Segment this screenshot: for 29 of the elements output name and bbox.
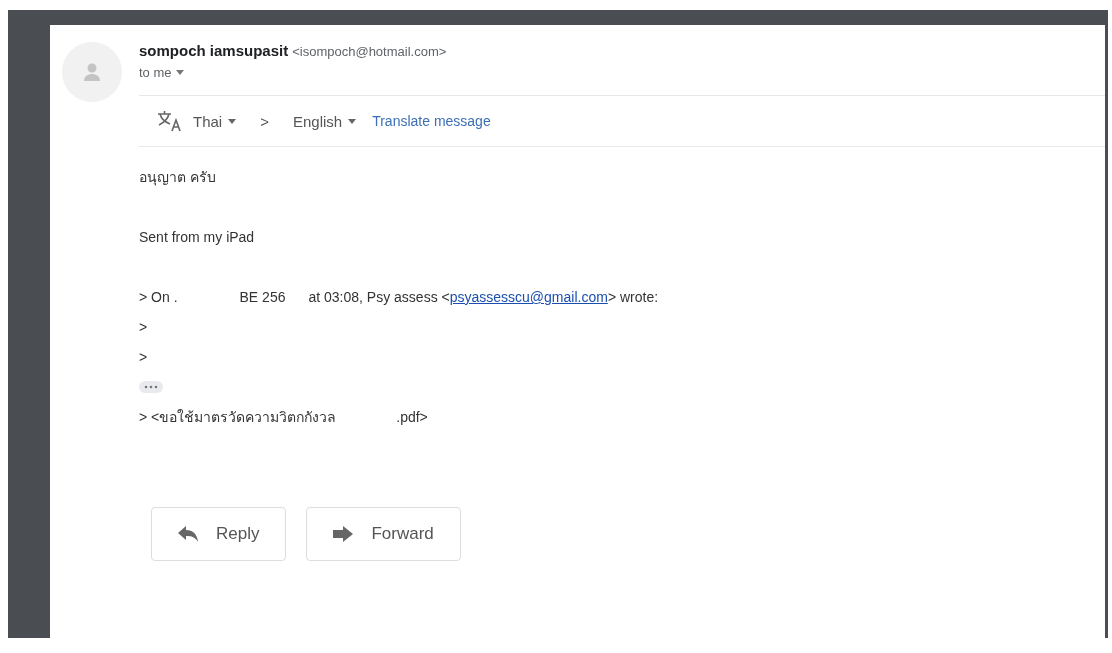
quote-text: > <ขอใช้มาตรวัดความวิตกกังวล bbox=[139, 408, 337, 427]
quote-text: > On . bbox=[139, 289, 178, 305]
message-text: อนุญาต ครับ bbox=[139, 168, 216, 188]
quote-text: .pdf> bbox=[396, 409, 428, 425]
translate-icon bbox=[157, 110, 183, 132]
quote-mark: > bbox=[139, 319, 148, 335]
quote-mark: > bbox=[139, 349, 148, 365]
person-icon bbox=[82, 62, 102, 82]
message-text: Sent from my iPad bbox=[139, 229, 255, 245]
caret-icon bbox=[228, 118, 237, 124]
sender-name: sompoch iamsupasit bbox=[139, 42, 289, 59]
reply-arrow-icon bbox=[178, 526, 198, 542]
quote-text: at 03:08, Psy assess < bbox=[308, 289, 450, 305]
forward-button[interactable]: Forward bbox=[306, 507, 461, 561]
language-dropdown[interactable]: English bbox=[292, 112, 357, 130]
reply-button[interactable]: Reply bbox=[151, 507, 287, 561]
forward-arrow-icon bbox=[333, 526, 354, 542]
translate-link[interactable]: Translate message bbox=[372, 113, 491, 129]
caret-icon bbox=[348, 118, 357, 124]
language-dropdown[interactable]: Thai bbox=[193, 112, 237, 130]
quote-text: BE 256 bbox=[239, 289, 286, 305]
show-trimmed-button[interactable] bbox=[139, 381, 163, 393]
sender-email: <isompoch@hotmail.com> bbox=[292, 44, 447, 59]
quote-text: > wrote: bbox=[607, 289, 659, 305]
recipient-dropdown[interactable]: to me bbox=[139, 65, 184, 80]
ellipsis-icon bbox=[144, 385, 158, 389]
caret-icon bbox=[175, 70, 184, 75]
arrow-symbol: > bbox=[260, 112, 269, 130]
email-link[interactable]: psyassesscu@gmail.com bbox=[449, 289, 608, 305]
